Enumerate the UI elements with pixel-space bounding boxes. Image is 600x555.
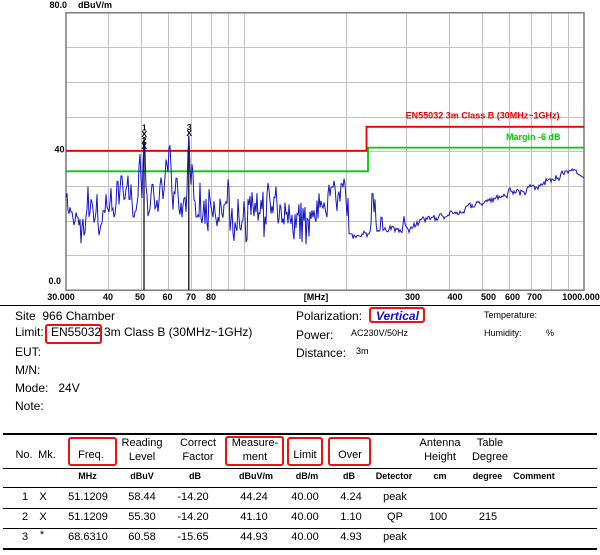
svg-text:300: 300 — [405, 292, 420, 302]
svg-text:Margin -6 dB: Margin -6 dB — [506, 132, 561, 142]
svg-text:X: X — [141, 141, 147, 151]
svg-text:EN55032 3m Class B (30MHz~1GHz: EN55032 3m Class B (30MHz~1GHz) — [406, 111, 560, 121]
svg-text:40: 40 — [54, 145, 64, 155]
svg-text:80.0: 80.0 — [49, 0, 67, 10]
svg-text:[MHz]: [MHz] — [304, 292, 329, 302]
svg-text:X: X — [186, 128, 192, 138]
svg-text:500: 500 — [481, 292, 496, 302]
svg-text:dBuV/m: dBuV/m — [78, 0, 112, 10]
svg-text:40: 40 — [103, 292, 113, 302]
svg-text:60: 60 — [162, 292, 172, 302]
svg-text:50: 50 — [135, 292, 145, 302]
svg-text:1000.000: 1000.000 — [562, 292, 600, 302]
svg-text:30.000: 30.000 — [47, 292, 75, 302]
svg-text:400: 400 — [447, 292, 462, 302]
svg-text:80: 80 — [206, 292, 216, 302]
svg-text:0.0: 0.0 — [48, 276, 61, 286]
svg-text:700: 700 — [527, 292, 542, 302]
svg-text:70: 70 — [186, 292, 196, 302]
svg-text:600: 600 — [505, 292, 520, 302]
